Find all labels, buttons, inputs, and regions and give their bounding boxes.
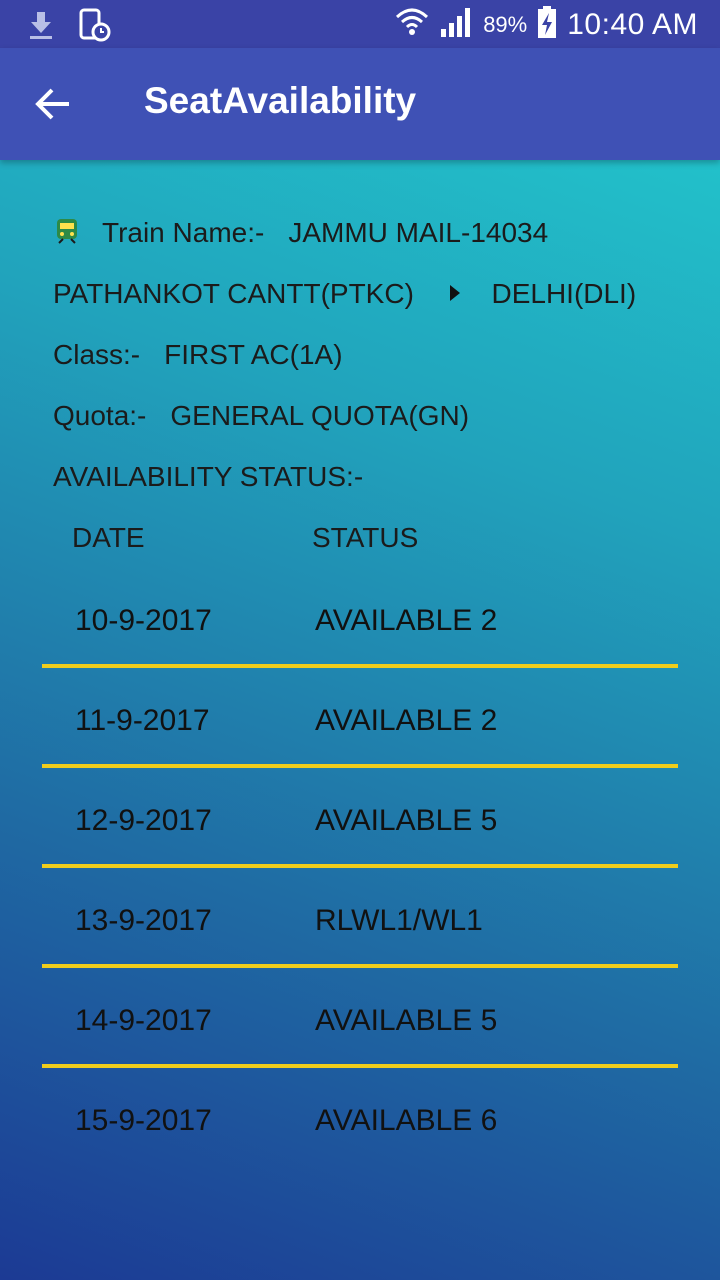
row-status: AVAILABLE 5 — [315, 804, 498, 837]
row-date: 15-9-2017 — [75, 1104, 212, 1137]
class-line: Class:- FIRST AC(1A) — [53, 339, 343, 371]
status-bar: 89% 10:40 AM — [0, 0, 720, 48]
route-line: PATHANKOT CANTT(PTKC) DELHI(DLI) — [53, 278, 636, 310]
availability-status-label: AVAILABILITY STATUS:- — [53, 461, 364, 492]
battery-charging-icon — [537, 5, 557, 44]
clock: 10:40 AM — [567, 7, 698, 41]
table-row: 11-9-2017 AVAILABLE 2 — [42, 668, 678, 768]
table-row: 15-9-2017 AVAILABLE 6 — [42, 1068, 678, 1168]
status-column-header: STATUS — [312, 522, 419, 553]
quota-label: Quota:- — [53, 400, 147, 431]
phone-clock-icon — [78, 8, 112, 47]
row-status: RLWL1/WL1 — [315, 904, 483, 937]
table-row: 13-9-2017 RLWL1/WL1 — [42, 868, 678, 968]
download-icon — [26, 8, 56, 47]
date-column-header: DATE — [72, 522, 145, 553]
row-status: AVAILABLE 6 — [315, 1104, 498, 1137]
app-bar: SeatAvailability — [0, 48, 720, 160]
row-status: AVAILABLE 2 — [315, 704, 498, 737]
route-arrow-icon — [448, 278, 462, 310]
row-status: AVAILABLE 2 — [315, 604, 498, 637]
back-arrow-icon — [34, 88, 74, 128]
battery-percent: 89% — [483, 11, 528, 37]
train-icon — [56, 218, 78, 249]
train-name-value: JAMMU MAIL-14034 — [288, 217, 549, 248]
class-label: Class:- — [53, 339, 141, 370]
table-row: 12-9-2017 AVAILABLE 5 — [42, 768, 678, 868]
row-date: 13-9-2017 — [75, 904, 212, 937]
train-name-label: Train Name:- — [102, 217, 265, 248]
row-status: AVAILABLE 5 — [315, 1004, 498, 1037]
route-from: PATHANKOT CANTT(PTKC) — [53, 278, 414, 309]
row-date: 11-9-2017 — [75, 704, 210, 737]
table-row: 10-9-2017 AVAILABLE 2 — [42, 568, 678, 668]
row-date: 12-9-2017 — [75, 804, 212, 837]
train-name-line: Train Name:- JAMMU MAIL-14034 — [102, 217, 548, 249]
class-value: FIRST AC(1A) — [164, 339, 343, 370]
table-row: 14-9-2017 AVAILABLE 5 — [42, 968, 678, 1068]
row-date: 14-9-2017 — [75, 1004, 212, 1037]
route-to: DELHI(DLI) — [491, 278, 637, 309]
quota-value: GENERAL QUOTA(GN) — [170, 400, 470, 431]
wifi-icon — [395, 5, 429, 44]
signal-icon — [439, 5, 473, 44]
back-button[interactable] — [34, 78, 82, 130]
row-date: 10-9-2017 — [75, 604, 212, 637]
quota-line: Quota:- GENERAL QUOTA(GN) — [53, 400, 469, 432]
page-title: SeatAvailability — [144, 80, 417, 121]
